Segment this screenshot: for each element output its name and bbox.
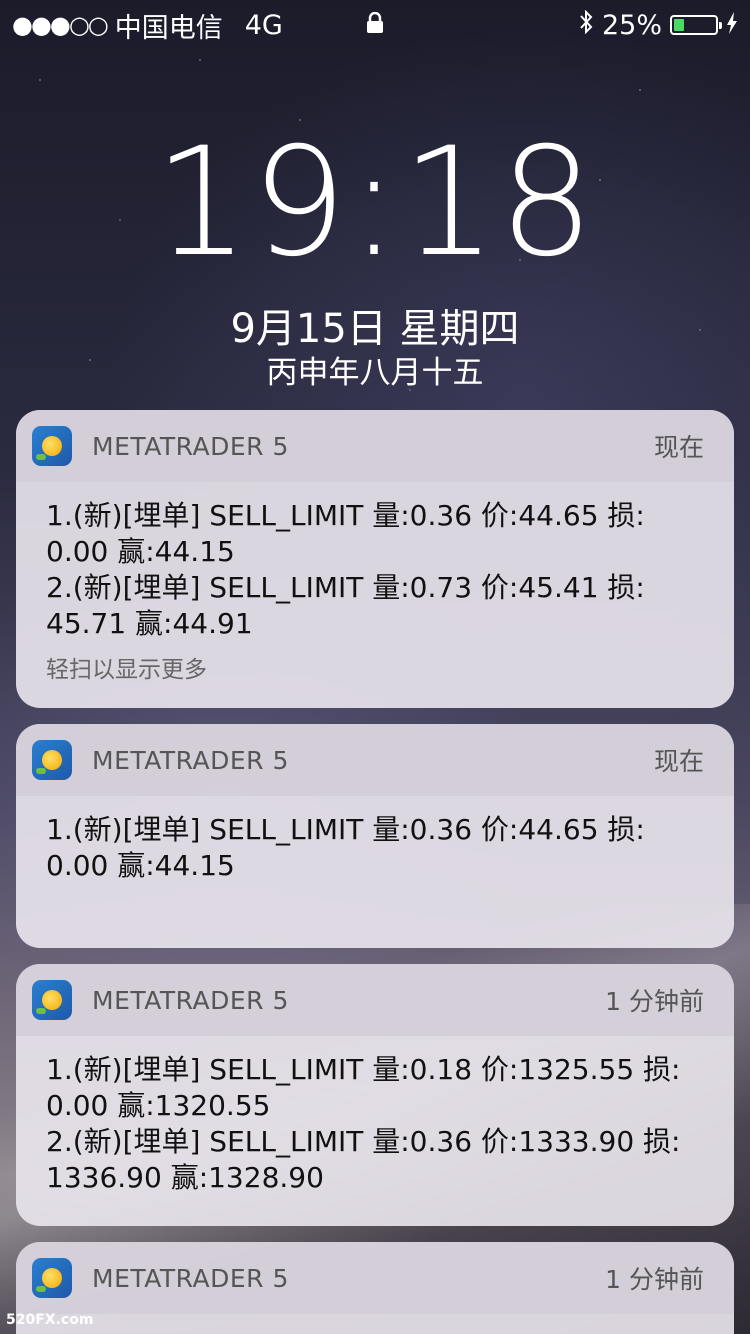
network-type-label: 4G (244, 9, 283, 41)
lock-screen-time: 19:18 (153, 116, 597, 290)
carrier-label: 中国电信 (114, 12, 223, 44)
metatrader-app-icon (32, 980, 72, 1020)
app-name: METATRADER 5 (92, 1263, 289, 1293)
notification-line: 0.00 赢:44.15 (46, 535, 235, 568)
metatrader-app-icon (32, 740, 72, 780)
notification-card[interactable]: METATRADER 5 现在 1.(新)[埋单] SELL_LIMIT 量:0… (16, 724, 734, 948)
notification-card[interactable]: METATRADER 5 现在 1.(新)[埋单] SELL_LIMIT 量:0… (16, 410, 734, 708)
swipe-hint: 轻扫以显示更多 (46, 657, 207, 683)
notification-header: METATRADER 5 现在 (16, 724, 734, 796)
status-bar: ●●●○○ 中国电信 4G 25% (0, 0, 750, 50)
notification-line: 1336.90 赢:1328.90 (46, 1161, 324, 1194)
notification-line: 0.00 赢:1320.55 (46, 1089, 271, 1122)
notification-line: 0.00 赢:44.15 (46, 849, 235, 882)
charging-bolt-icon (726, 10, 738, 41)
lunar-date: 丙申年八月十五 (266, 355, 484, 391)
battery-percent: 25% (601, 9, 662, 41)
notification-time: 现在 (653, 433, 704, 462)
notification-time: 1 分钟前 (605, 1265, 704, 1294)
notification-body: 1.(新)[埋单] SELL_LIMIT 量:0.36 价:44.65 损: 0… (16, 796, 734, 904)
notification-body: 1.(新)[埋单] SELL_LIMIT 量:0.36 价:44.65 损: 0… (16, 482, 734, 708)
notification-line: 2.(新)[埋单] SELL_LIMIT 量:0.73 价:45.41 损: (46, 571, 645, 604)
watermark: 520FX.com (6, 1312, 94, 1328)
notification-card[interactable]: METATRADER 5 1 分钟前 1.(新)[埋单] SELL_LIMIT … (16, 964, 734, 1226)
app-name: METATRADER 5 (92, 431, 289, 461)
notification-line: 2.(新)[埋单] SELL_LIMIT 量:0.36 价:1333.90 损: (46, 1125, 681, 1158)
notification-line: 1.(新)[埋单] SELL_LIMIT 量:0.36 价:44.65 损: (46, 813, 645, 846)
lock-icon (366, 10, 384, 41)
battery-icon (670, 15, 722, 35)
notification-time: 现在 (653, 747, 704, 776)
metatrader-app-icon (32, 426, 72, 466)
bluetooth-icon (578, 9, 594, 41)
notification-line: 1.(新)[埋单] SELL_LIMIT 量:0.36 价:44.65 损: (46, 499, 645, 532)
metatrader-app-icon (32, 1258, 72, 1298)
lock-screen-date: 9月15日 星期四 (230, 306, 520, 352)
notification-header: METATRADER 5 1 分钟前 (16, 1242, 734, 1314)
notification-card[interactable]: METATRADER 5 1 分钟前 (16, 1242, 734, 1334)
app-name: METATRADER 5 (92, 745, 289, 775)
battery-fill (674, 19, 684, 31)
signal-strength-icon: ●●●○○ (12, 11, 109, 39)
notification-line: 45.71 赢:44.91 (46, 607, 253, 640)
notification-time: 1 分钟前 (605, 987, 704, 1016)
notification-header: METATRADER 5 1 分钟前 (16, 964, 734, 1036)
notification-body: 1.(新)[埋单] SELL_LIMIT 量:0.18 价:1325.55 损:… (16, 1036, 734, 1216)
app-name: METATRADER 5 (92, 985, 289, 1015)
notification-line: 1.(新)[埋单] SELL_LIMIT 量:0.18 价:1325.55 损: (46, 1053, 681, 1086)
notification-header: METATRADER 5 现在 (16, 410, 734, 482)
